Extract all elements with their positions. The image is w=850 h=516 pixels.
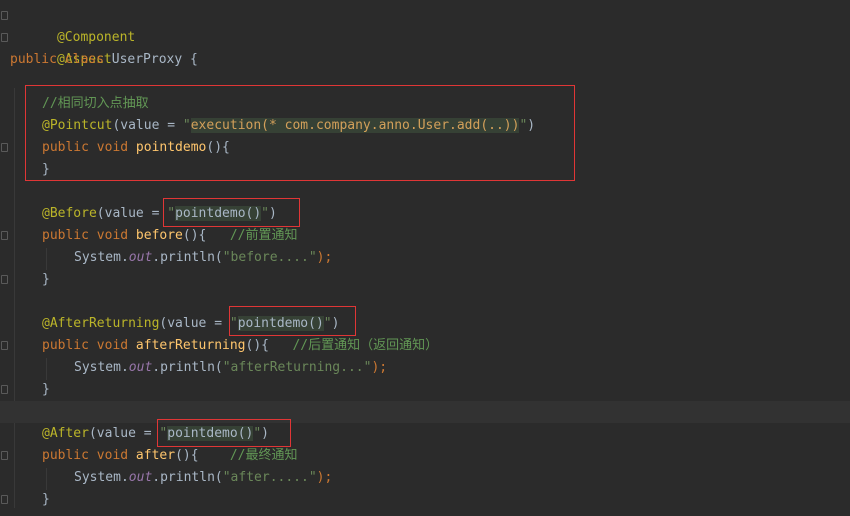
call-token: .println( [152, 470, 223, 485]
class-token: System. [74, 470, 129, 485]
string-token: "afterReturning..." [222, 360, 372, 375]
terminator-token: ); [316, 470, 333, 485]
comment-token: //相同切入点抽取 [42, 96, 149, 111]
code-line: @Aspect [0, 27, 850, 67]
code-line: System.out.println("after....."); [0, 467, 850, 489]
brace-token: } [42, 272, 50, 287]
quote-token: " [182, 118, 191, 133]
brace-token: } [42, 162, 50, 177]
code-line: public void before(){ //前置通知 [0, 225, 850, 247]
code-line: public void afterReturning(){ //后置通知（返回通… [0, 335, 850, 357]
annotation-token: @Before [42, 206, 97, 221]
brace-token: } [42, 382, 50, 397]
keyword-token: public void [42, 338, 136, 353]
code-line: @Before(value = "pointdemo()") [0, 203, 850, 225]
method-name-token: afterReturning [135, 338, 246, 353]
string-injection-token: pointdemo() [175, 206, 262, 221]
quote-token: " [261, 206, 269, 221]
code-line: public void after(){ //最终通知 [0, 445, 850, 467]
fold-icon[interactable] [1, 143, 8, 152]
comment-token: //最终通知 [229, 448, 298, 463]
class-token: System. [74, 250, 129, 265]
annotation-token: @Pointcut [42, 118, 113, 133]
string-token: "before...." [222, 250, 317, 265]
fold-icon[interactable] [1, 275, 8, 284]
paren-token: (){ [175, 448, 230, 463]
code-line: public void pointdemo(){ [0, 137, 850, 159]
method-name-token: before [135, 228, 183, 243]
code-line: } [0, 379, 850, 401]
annotation-token: @AfterReturning [42, 316, 160, 331]
field-token: out [128, 470, 153, 485]
param-token: (value = [88, 426, 160, 441]
string-token: "after....." [222, 470, 317, 485]
brace-token: } [42, 492, 50, 507]
paren-token: ) [269, 206, 277, 221]
param-token: (value = [112, 118, 183, 133]
code-line: public class UserProxy { [0, 49, 850, 71]
paren-token: (){ [206, 140, 230, 155]
fold-icon[interactable] [1, 11, 8, 20]
brace-token: { [182, 52, 198, 67]
current-line-highlight[interactable] [0, 401, 850, 423]
keyword-token: public class [10, 52, 112, 67]
class-token: System. [74, 360, 129, 375]
quote-token: " [323, 316, 332, 331]
code-line: System.out.println("afterReturning..."); [0, 357, 850, 379]
keyword-token: public void [42, 140, 136, 155]
code-line: @Component [0, 5, 850, 45]
field-token: out [128, 360, 153, 375]
param-token: (value = [96, 206, 168, 221]
class-name-token: UserProxy [111, 52, 183, 67]
code-editor[interactable]: @Component @Aspect public class UserProx… [0, 0, 850, 516]
fold-icon[interactable] [1, 341, 8, 350]
call-token: .println( [152, 360, 223, 375]
string-injection-token: pointdemo() [167, 426, 254, 441]
fold-icon[interactable] [1, 231, 8, 240]
code-line: @Pointcut(value = "execution(* com.compa… [0, 115, 850, 137]
string-injection-token: pointdemo() [237, 316, 324, 331]
code-line: } [0, 489, 850, 511]
call-token: .println( [152, 250, 223, 265]
keyword-token: public void [42, 448, 136, 463]
paren-token: ) [527, 118, 536, 133]
param-token: (value = [159, 316, 230, 331]
string-injection-token: execution(* com.company.anno.User.add(..… [190, 118, 520, 133]
code-line: @AfterReturning(value = "pointdemo()") [0, 313, 850, 335]
keyword-token: public void [42, 228, 136, 243]
quote-token: " [167, 206, 176, 221]
code-line: } [0, 159, 850, 181]
fold-icon[interactable] [1, 495, 8, 504]
method-name-token: pointdemo [135, 140, 207, 155]
field-token: out [128, 250, 153, 265]
quote-token: " [253, 426, 262, 441]
fold-icon[interactable] [1, 33, 8, 42]
annotation-token: @After [42, 426, 89, 441]
code-line: //相同切入点抽取 [0, 93, 850, 115]
terminator-token: ); [371, 360, 388, 375]
comment-token: //后置通知（返回通知） [292, 338, 439, 353]
method-name-token: after [135, 448, 176, 463]
fold-icon[interactable] [1, 451, 8, 460]
code-line: } [0, 269, 850, 291]
fold-icon[interactable] [1, 385, 8, 394]
paren-token: ) [331, 316, 340, 331]
paren-token: (){ [245, 338, 293, 353]
quote-token: " [229, 316, 238, 331]
paren-token: ) [261, 426, 269, 441]
code-line: @After(value = "pointdemo()") [0, 423, 850, 445]
terminator-token: ); [316, 250, 333, 265]
comment-token: //前置通知 [229, 228, 298, 243]
code-line: System.out.println("before...."); [0, 247, 850, 269]
paren-token: (){ [182, 228, 230, 243]
